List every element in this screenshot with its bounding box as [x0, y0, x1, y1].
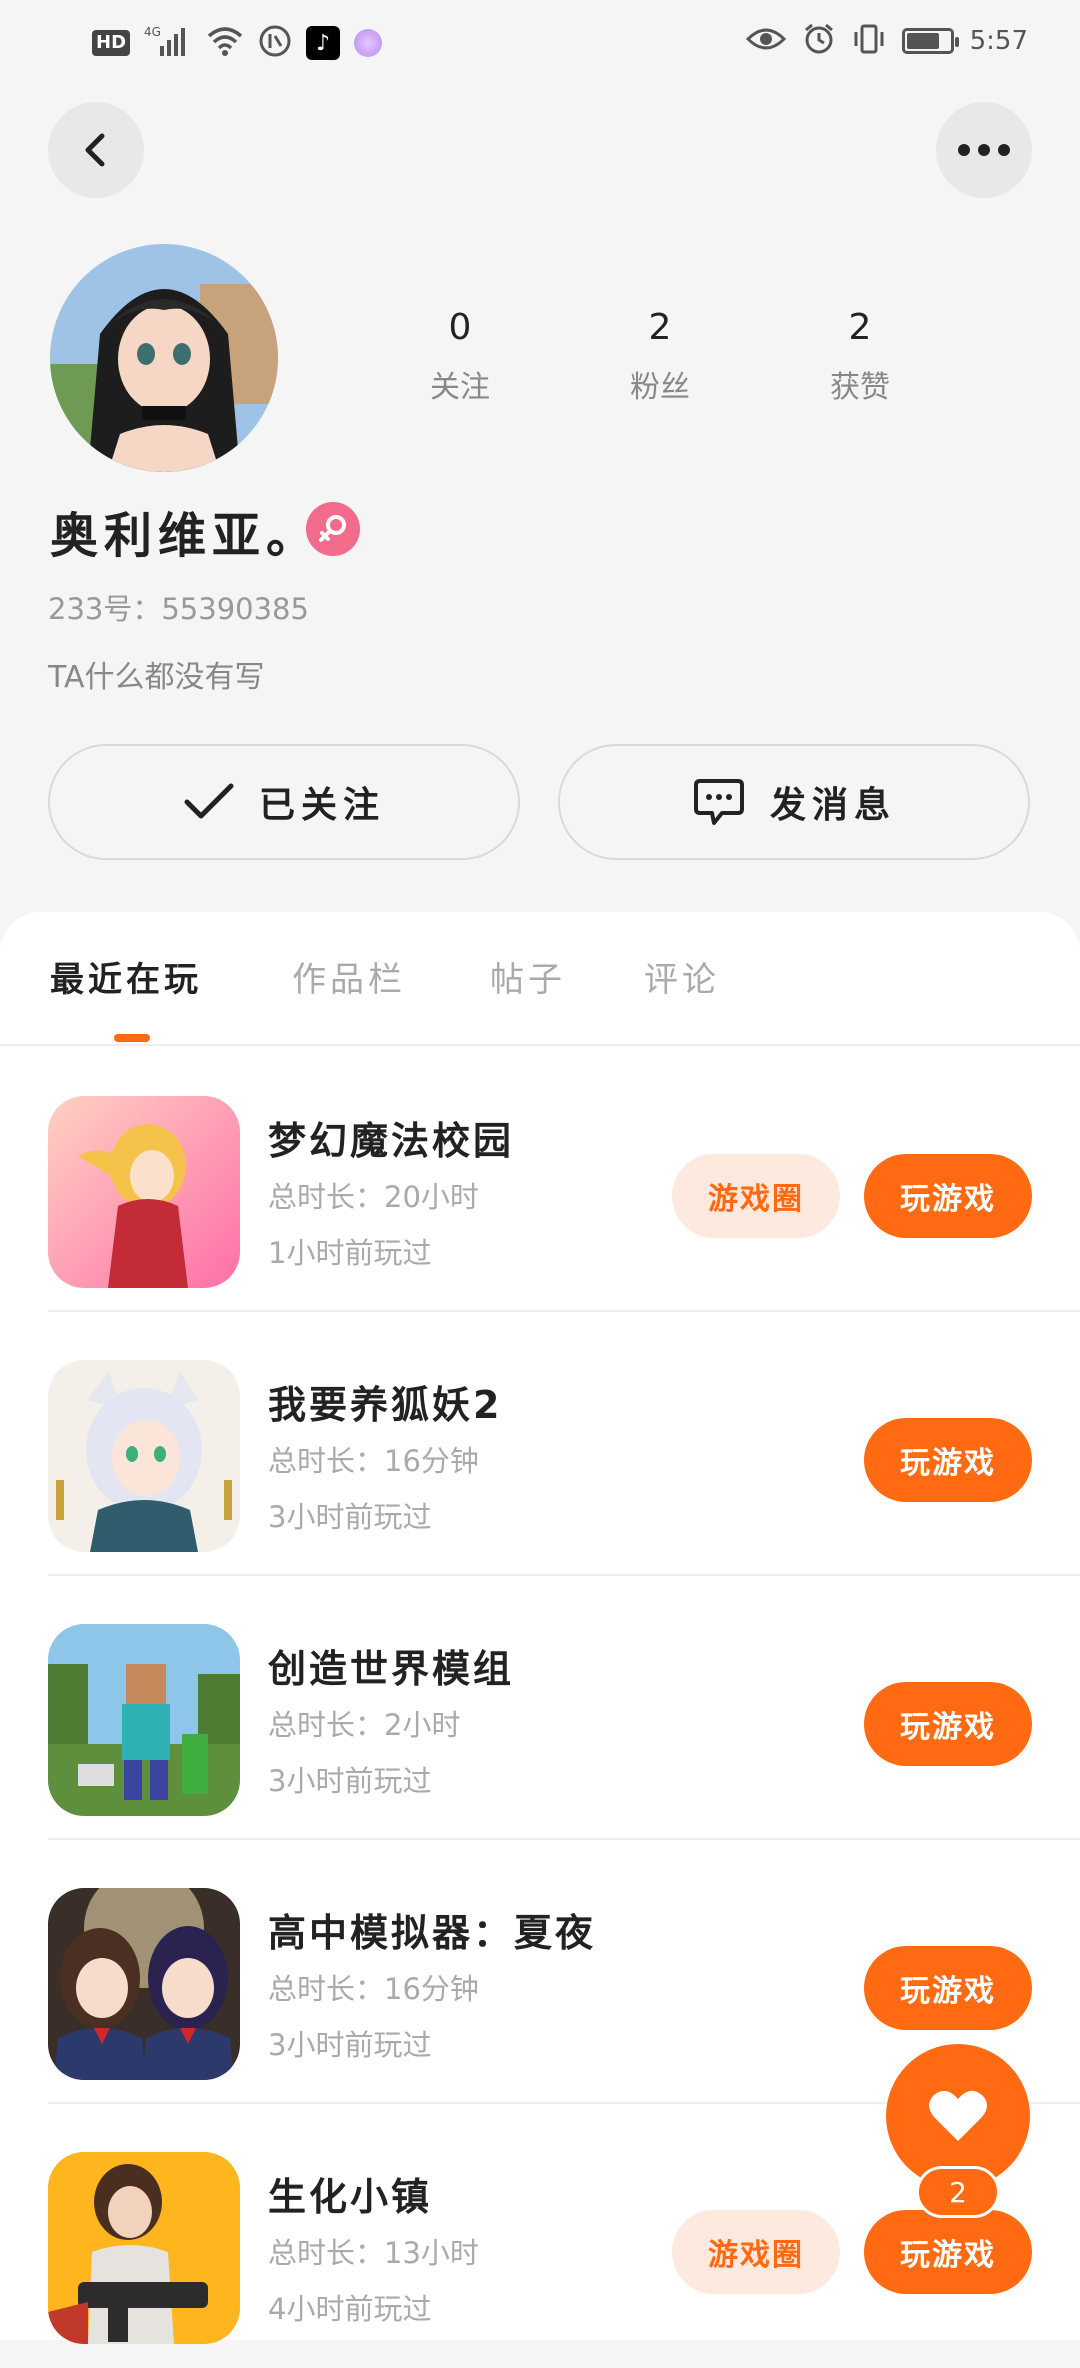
username: 奥利维亚。	[50, 508, 321, 564]
profile-stats: 0 关注 2 粉丝 2 获赞	[360, 306, 960, 406]
game-circle-button[interactable]: 游戏圈	[672, 2210, 840, 2294]
game-last-played: 1小时前玩过	[268, 1236, 432, 1270]
game-duration: 总时长：20小时	[268, 1180, 479, 1214]
game-duration: 总时长：13小时	[268, 2236, 479, 2270]
game-icon[interactable]	[48, 1096, 240, 1288]
stat-label: 粉丝	[630, 370, 690, 405]
status-right: 5:57	[745, 22, 1028, 60]
game-last-played: 4小时前玩过	[268, 2292, 432, 2326]
send-message-button[interactable]: 发消息	[558, 744, 1030, 860]
signal-icon: 4G	[144, 24, 192, 62]
game-circle-button[interactable]: 游戏圈	[672, 1154, 840, 1238]
tab-posts[interactable]: 帖子	[490, 952, 566, 1001]
speed-icon	[258, 24, 292, 62]
game-title: 生化小镇	[268, 2175, 433, 2219]
game-title: 创造世界模组	[268, 1647, 515, 1691]
stat-value: 0	[448, 307, 472, 348]
eye-icon	[745, 24, 786, 58]
stat-label: 关注	[430, 370, 490, 405]
status-left: HD 4G ♪	[92, 24, 383, 62]
followed-button[interactable]: 已关注	[48, 744, 520, 860]
game-row[interactable]: 我要养狐妖2 总时长：16分钟 3小时前玩过 玩游戏	[0, 1312, 1080, 1576]
game-last-played: 3小时前玩过	[268, 1500, 432, 1534]
alarm-icon	[802, 22, 836, 60]
play-game-button[interactable]: 玩游戏	[864, 1154, 1032, 1238]
chat-bubble-icon	[693, 779, 744, 825]
game-title: 梦幻魔法校园	[268, 1119, 515, 1163]
tiktok-icon: ♪	[306, 26, 341, 60]
game-title: 高中模拟器：夏夜	[268, 1911, 597, 1955]
game-icon[interactable]	[48, 1624, 240, 1816]
vibrate-icon	[852, 22, 886, 60]
tab-recently-played[interactable]: 最近在玩	[50, 952, 202, 1001]
more-button[interactable]	[936, 102, 1032, 198]
game-last-played: 3小时前玩过	[268, 1764, 432, 1798]
game-duration: 总时长：2小时	[268, 1708, 461, 1742]
game-duration: 总时长：16分钟	[268, 1972, 479, 2006]
stat-followers[interactable]: 2 粉丝	[560, 306, 760, 406]
more-horizontal-icon	[958, 144, 1010, 156]
app-notification-icon	[354, 29, 383, 57]
play-game-button[interactable]: 玩游戏	[864, 1682, 1032, 1766]
chevron-left-icon	[85, 133, 105, 167]
game-row[interactable]: 创造世界模组 总时长：2小时 3小时前玩过 玩游戏	[0, 1576, 1080, 1840]
game-last-played: 3小时前玩过	[268, 2028, 432, 2062]
hd-badge: HD	[92, 30, 131, 56]
back-button[interactable]	[48, 102, 144, 198]
status-bar: HD 4G ♪ 5:57	[0, 0, 1080, 84]
tab-works[interactable]: 作品栏	[292, 952, 406, 1001]
followed-label: 已关注	[258, 785, 385, 826]
bio: TA什么都没有写	[48, 660, 265, 695]
game-icon[interactable]	[48, 1888, 240, 2080]
tab-indicator	[114, 1034, 150, 1042]
female-icon	[306, 502, 360, 556]
game-duration: 总时长：16分钟	[268, 1444, 479, 1478]
wifi-icon	[206, 24, 244, 62]
stat-value: 2	[648, 307, 672, 348]
check-icon	[184, 783, 234, 819]
battery-fill	[906, 33, 939, 49]
tab-bar: 最近在玩 作品栏 帖子 评论	[0, 912, 1080, 1046]
heart-icon	[929, 2090, 987, 2141]
avatar[interactable]	[50, 244, 278, 472]
play-game-button[interactable]: 玩游戏	[864, 1946, 1032, 2030]
tab-comments[interactable]: 评论	[644, 952, 720, 1001]
send-message-label: 发消息	[769, 785, 896, 826]
stat-label: 获赞	[830, 370, 890, 405]
svg-text:4G: 4G	[144, 25, 161, 39]
game-title: 我要养狐妖2	[268, 1383, 503, 1427]
like-count-badge: 2	[916, 2166, 1000, 2218]
clock: 5:57	[969, 26, 1028, 56]
stat-following[interactable]: 0 关注	[360, 306, 560, 406]
stat-likes[interactable]: 2 获赞	[760, 306, 960, 406]
stat-value: 2	[848, 307, 872, 348]
game-icon[interactable]	[48, 2152, 240, 2344]
user-id: 233号：55390385	[48, 592, 309, 626]
play-game-button[interactable]: 玩游戏	[864, 2210, 1032, 2294]
play-game-button[interactable]: 玩游戏	[864, 1418, 1032, 1502]
game-row[interactable]: 梦幻魔法校园 总时长：20小时 1小时前玩过 游戏圈 玩游戏	[0, 1048, 1080, 1312]
battery-icon	[901, 28, 959, 54]
game-icon[interactable]	[48, 1360, 240, 1552]
